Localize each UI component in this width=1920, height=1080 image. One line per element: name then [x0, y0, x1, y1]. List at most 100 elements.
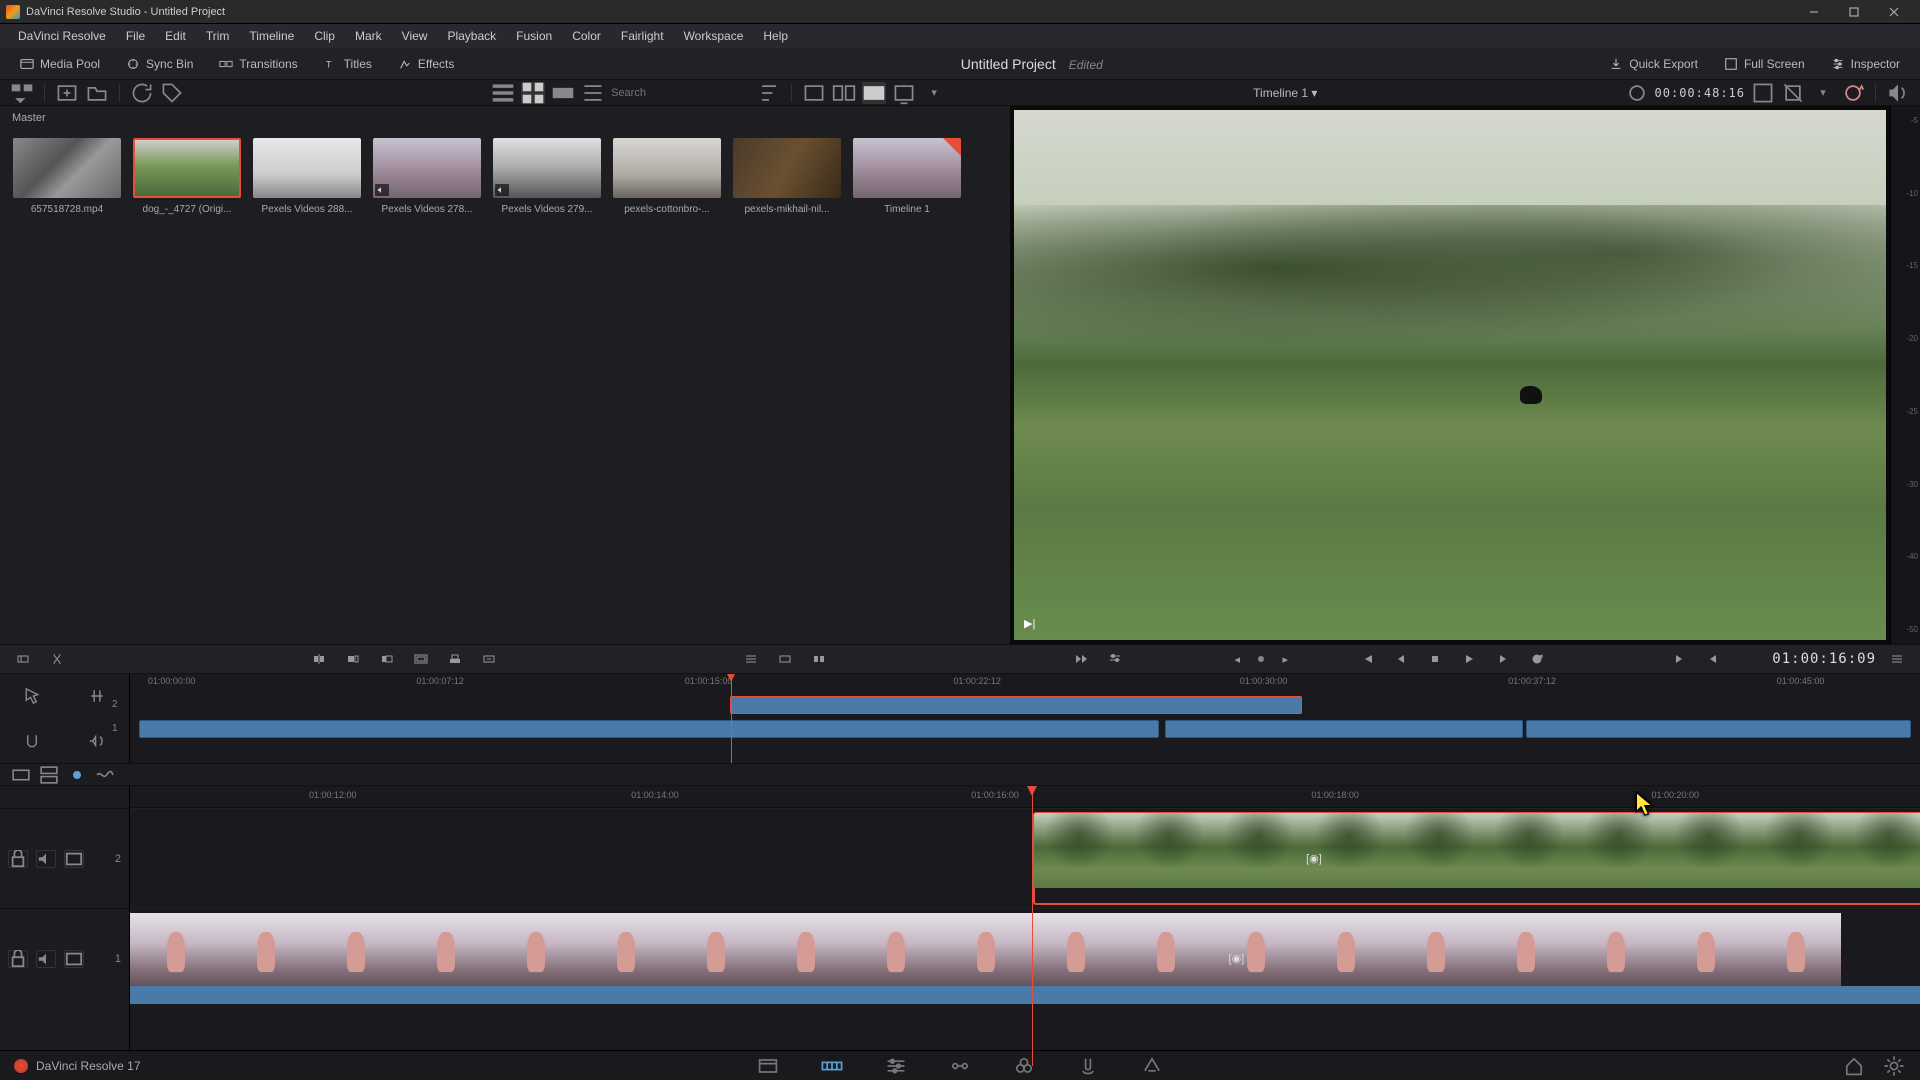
- menu-color[interactable]: Color: [562, 25, 611, 47]
- clip-thumb[interactable]: Timeline 1: [852, 138, 962, 215]
- track-lock-button[interactable]: [8, 850, 28, 868]
- menu-workspace[interactable]: Workspace: [674, 25, 754, 47]
- timeline-clip[interactable]: [◉]: [130, 913, 1920, 1004]
- program-viewer[interactable]: ▶|: [1014, 110, 1886, 640]
- go-to-out-button[interactable]: [1700, 647, 1726, 671]
- menu-mark[interactable]: Mark: [345, 25, 392, 47]
- media-pool-button[interactable]: Media Pool: [10, 53, 110, 75]
- split-clip-button[interactable]: [44, 647, 70, 671]
- refresh-button[interactable]: [130, 82, 154, 104]
- next-frame-button[interactable]: [1490, 647, 1516, 671]
- overview-clip[interactable]: [1526, 720, 1911, 738]
- go-to-start-button[interactable]: [1354, 647, 1380, 671]
- fast-review-button[interactable]: [1068, 647, 1094, 671]
- go-to-in-button[interactable]: [1666, 647, 1692, 671]
- timeline-options-button[interactable]: [1102, 647, 1128, 671]
- track-header-v2[interactable]: 2: [0, 808, 129, 908]
- effects-button[interactable]: Effects: [388, 53, 464, 75]
- track-header-v1[interactable]: 1: [0, 908, 129, 1008]
- selection-tool-button[interactable]: [22, 686, 42, 706]
- menu-playback[interactable]: Playback: [437, 25, 506, 47]
- snapping-button[interactable]: [22, 731, 42, 751]
- cut-button[interactable]: [806, 647, 832, 671]
- overview-clip[interactable]: [1165, 720, 1523, 738]
- clip-thumb[interactable]: Pexels Videos 279...: [492, 138, 602, 215]
- viewer-options-button[interactable]: [1751, 82, 1775, 104]
- quick-export-button[interactable]: Quick Export: [1599, 53, 1708, 75]
- speaker-icon[interactable]: [1886, 82, 1910, 104]
- chevron-down-icon[interactable]: ▾: [1811, 82, 1835, 104]
- clip-thumb[interactable]: dog_-_4727 (Origi...: [132, 138, 242, 215]
- current-timecode[interactable]: 01:00:16:09: [1772, 651, 1876, 667]
- sync-lock-button[interactable]: [66, 766, 88, 784]
- video-only-button[interactable]: [10, 766, 32, 784]
- project-settings-button[interactable]: [1882, 1054, 1906, 1078]
- timeline-clip[interactable]: [◉]: [1034, 813, 1920, 904]
- edit-page-button[interactable]: [884, 1054, 908, 1078]
- boring-detector-button[interactable]: [10, 647, 36, 671]
- timeline-name-dropdown[interactable]: Timeline 1 ▾: [1253, 86, 1317, 100]
- place-on-top-button[interactable]: [442, 647, 468, 671]
- window-minimize-button[interactable]: [1794, 0, 1834, 24]
- menu-edit[interactable]: Edit: [155, 25, 196, 47]
- tag-button[interactable]: [160, 82, 184, 104]
- menu-timeline[interactable]: Timeline: [239, 25, 304, 47]
- overview-clip[interactable]: [730, 696, 1303, 714]
- dual-viewer-button[interactable]: [832, 82, 856, 104]
- timeline-menu-button[interactable]: [1884, 647, 1910, 671]
- clip-thumb[interactable]: pexels-cottonbro-...: [612, 138, 722, 215]
- list-view-button[interactable]: [491, 82, 515, 104]
- search-input[interactable]: [611, 87, 751, 99]
- track-enable-button[interactable]: [64, 850, 84, 868]
- overview-track-v1[interactable]: 1: [130, 720, 1920, 740]
- home-button[interactable]: [1842, 1054, 1866, 1078]
- fusion-page-button[interactable]: [948, 1054, 972, 1078]
- titles-button[interactable]: TTitles: [314, 53, 382, 75]
- transitions-button[interactable]: Transitions: [209, 53, 307, 75]
- detail-track-v2[interactable]: [◉]: [130, 808, 1920, 908]
- prev-frame-button[interactable]: [1388, 647, 1414, 671]
- sync-bin-button[interactable]: Sync Bin: [116, 53, 203, 75]
- menu-help[interactable]: Help: [753, 25, 798, 47]
- import-media-button[interactable]: [55, 82, 79, 104]
- track-mute-button[interactable]: [36, 850, 56, 868]
- viewer-mode-dropdown[interactable]: [892, 82, 916, 104]
- source-overwrite-button[interactable]: [476, 647, 502, 671]
- close-up-button[interactable]: [408, 647, 434, 671]
- import-folder-button[interactable]: [85, 82, 109, 104]
- overview-playhead[interactable]: [731, 674, 732, 763]
- window-maximize-button[interactable]: [1834, 0, 1874, 24]
- play-button[interactable]: [1456, 647, 1482, 671]
- jog-fwd-button[interactable]: ▸: [1272, 647, 1298, 671]
- thumbnail-view-button[interactable]: [521, 82, 545, 104]
- bin-view-dropdown[interactable]: [10, 82, 34, 104]
- track-lock-button[interactable]: [8, 950, 28, 968]
- dissolve-button[interactable]: [772, 647, 798, 671]
- menu-fairlight[interactable]: Fairlight: [611, 25, 674, 47]
- clip-thumb[interactable]: pexels-mikhail-nil...: [732, 138, 842, 215]
- jog-back-button[interactable]: ◂: [1224, 647, 1250, 671]
- full-screen-button[interactable]: Full Screen: [1714, 53, 1815, 75]
- window-close-button[interactable]: [1874, 0, 1914, 24]
- deliver-page-button[interactable]: [1140, 1054, 1164, 1078]
- overview-ruler[interactable]: 01:00:00:00 01:00:07:12 01:00:15:00 01:0…: [130, 674, 1920, 692]
- loop-playback-button[interactable]: [1524, 647, 1550, 671]
- menu-clip[interactable]: Clip: [304, 25, 345, 47]
- stop-button[interactable]: [1422, 647, 1448, 671]
- menu-trim[interactable]: Trim: [196, 25, 240, 47]
- edit-point-icon[interactable]: [◉]: [1226, 951, 1246, 967]
- inspector-button[interactable]: Inspector: [1821, 53, 1910, 75]
- clip-thumb[interactable]: Pexels Videos 288...: [252, 138, 362, 215]
- av-button[interactable]: [38, 766, 60, 784]
- edit-point-icon[interactable]: [◉]: [1304, 851, 1324, 867]
- menu-view[interactable]: View: [392, 25, 438, 47]
- strip-view-button[interactable]: [551, 82, 575, 104]
- trim-tool-button[interactable]: [87, 686, 107, 706]
- menu-fusion[interactable]: Fusion: [506, 25, 562, 47]
- detail-track-v1[interactable]: [◉]: [130, 908, 1920, 1008]
- detail-playhead[interactable]: [1032, 786, 1033, 1066]
- overview-tracks[interactable]: 01:00:00:00 01:00:07:12 01:00:15:00 01:0…: [130, 674, 1920, 763]
- master-bin-label[interactable]: Master: [0, 106, 1010, 130]
- loop-button[interactable]: [1841, 82, 1865, 104]
- single-viewer-button[interactable]: [802, 82, 826, 104]
